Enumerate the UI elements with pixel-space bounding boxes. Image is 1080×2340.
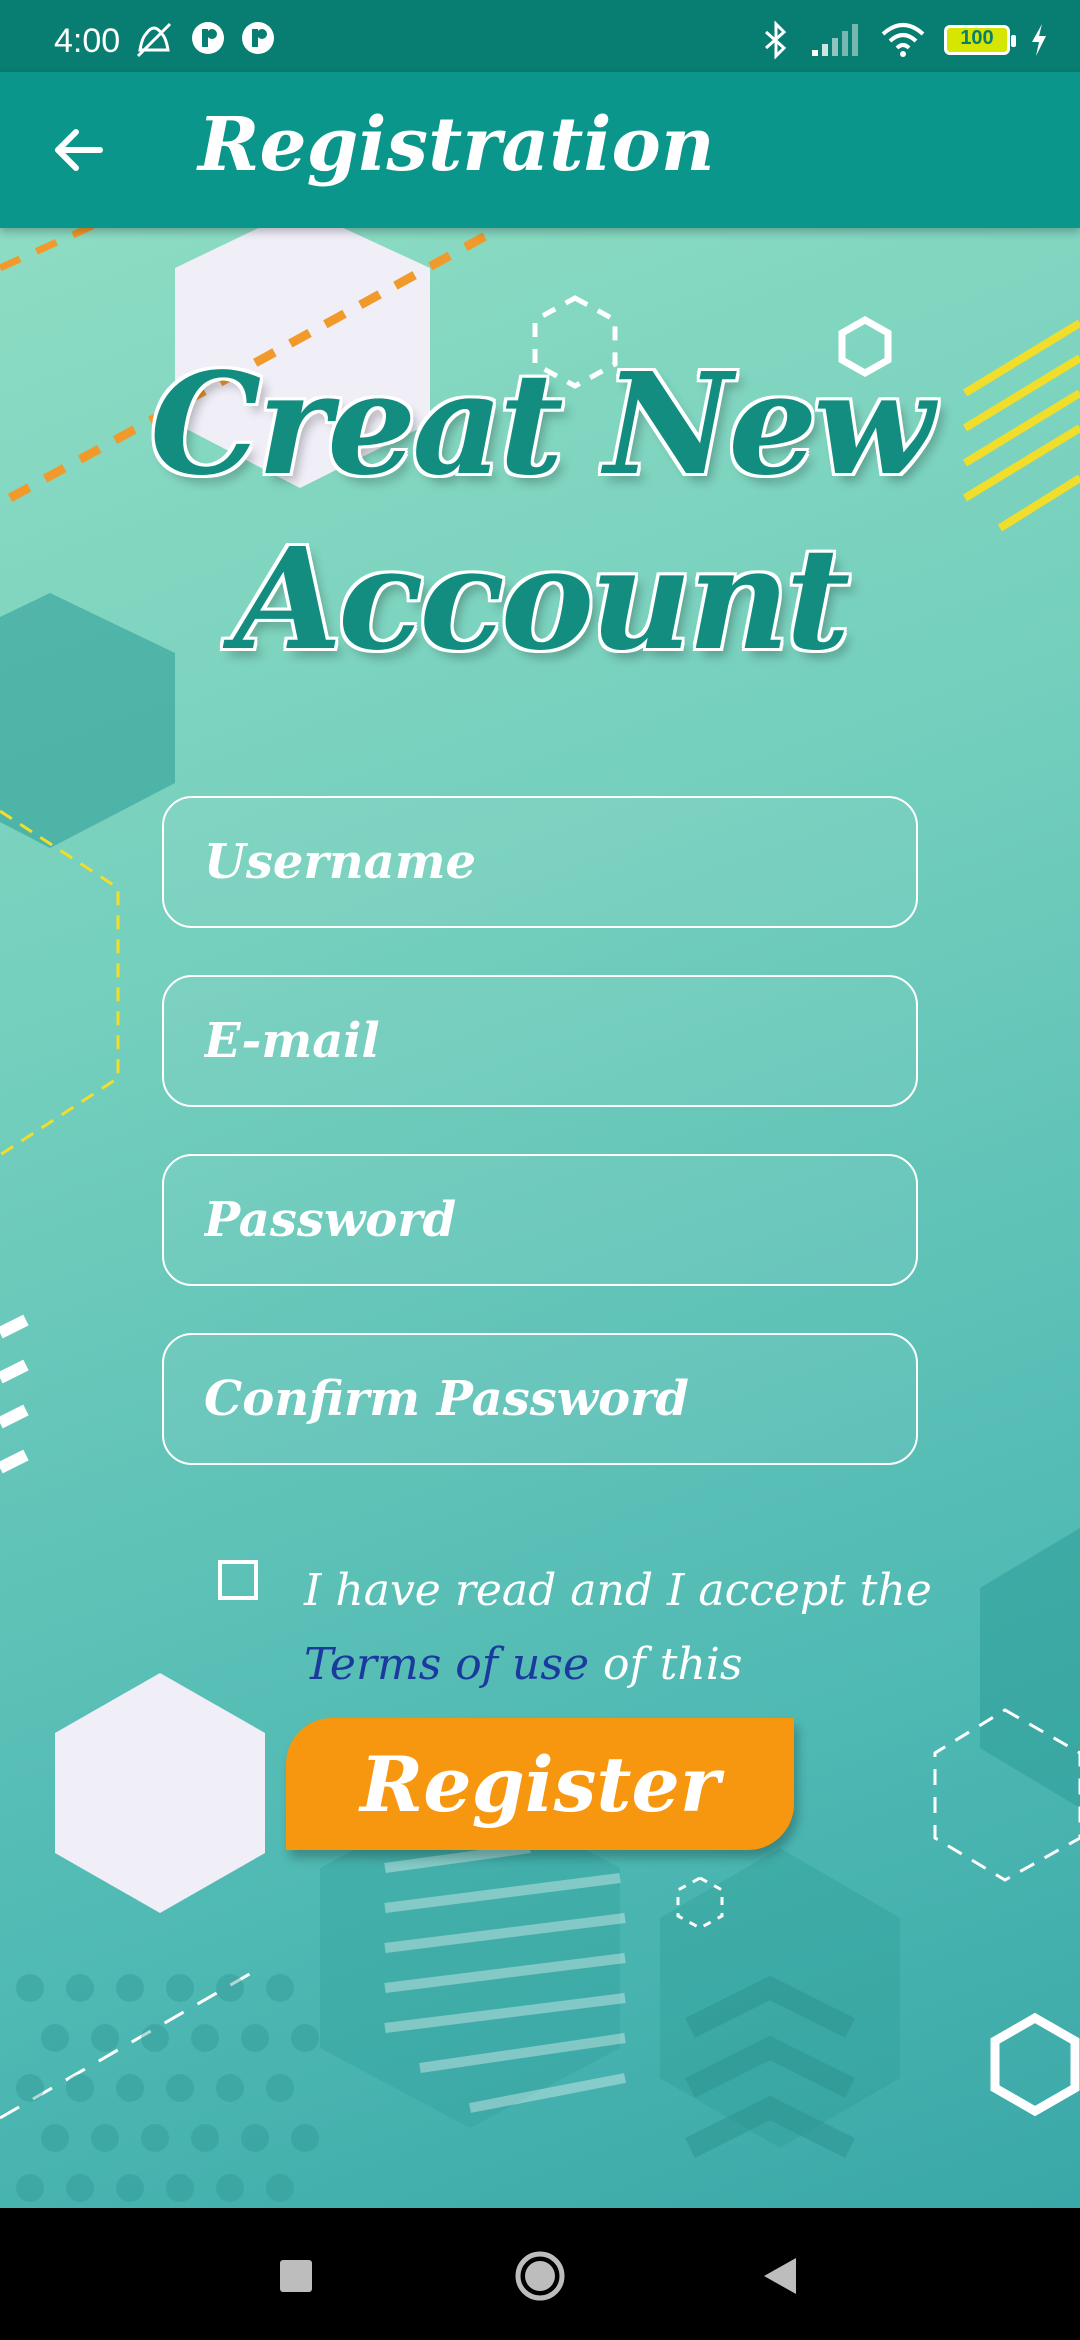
status-bar: 4:00 100 [0,0,1080,72]
registration-content: Creat New Account I have read and I acce… [0,228,1080,2208]
battery-icon: 100 [944,25,1016,55]
back-triangle-icon [764,2258,796,2294]
email-input[interactable] [164,977,916,1105]
status-icons-right: 100 [760,20,1050,60]
home-button[interactable] [502,2238,578,2314]
headline-line2: Account [233,518,851,682]
terms-checkbox[interactable] [218,1560,258,1600]
wifi-icon [881,23,925,57]
charging-icon [1032,24,1046,56]
confirm-password-input[interactable] [164,1335,916,1463]
back-button[interactable] [40,112,116,188]
terms-prefix: I have read and I accept the [304,1565,932,1616]
username-field[interactable] [162,796,918,928]
app-notification-icon [242,22,274,54]
alarm-off-icon [136,22,172,58]
app-notification-icon [192,22,224,54]
bluetooth-icon [765,20,787,60]
nav-back-button[interactable] [742,2238,818,2314]
arrow-back-icon [55,129,103,171]
password-input[interactable] [164,1156,916,1284]
battery-level: 100 [960,27,994,49]
signal-icon [812,24,858,56]
terms-of-use-link[interactable]: Terms of use [304,1639,589,1690]
status-icons-left [132,20,276,60]
register-button[interactable]: Register [286,1718,794,1850]
email-field[interactable] [162,975,918,1107]
app-bar: Registration [0,72,1080,228]
app-title: Registration [198,102,715,188]
username-input[interactable] [164,798,916,926]
headline-line1: Creat New [150,343,934,507]
recents-square-icon [280,2260,312,2292]
recents-button[interactable] [258,2238,334,2314]
home-circle-icon [515,2251,565,2301]
status-time: 4:00 [54,22,121,60]
system-nav-bar [0,2208,1080,2340]
password-field[interactable] [162,1154,918,1286]
confirm-password-field[interactable] [162,1333,918,1465]
